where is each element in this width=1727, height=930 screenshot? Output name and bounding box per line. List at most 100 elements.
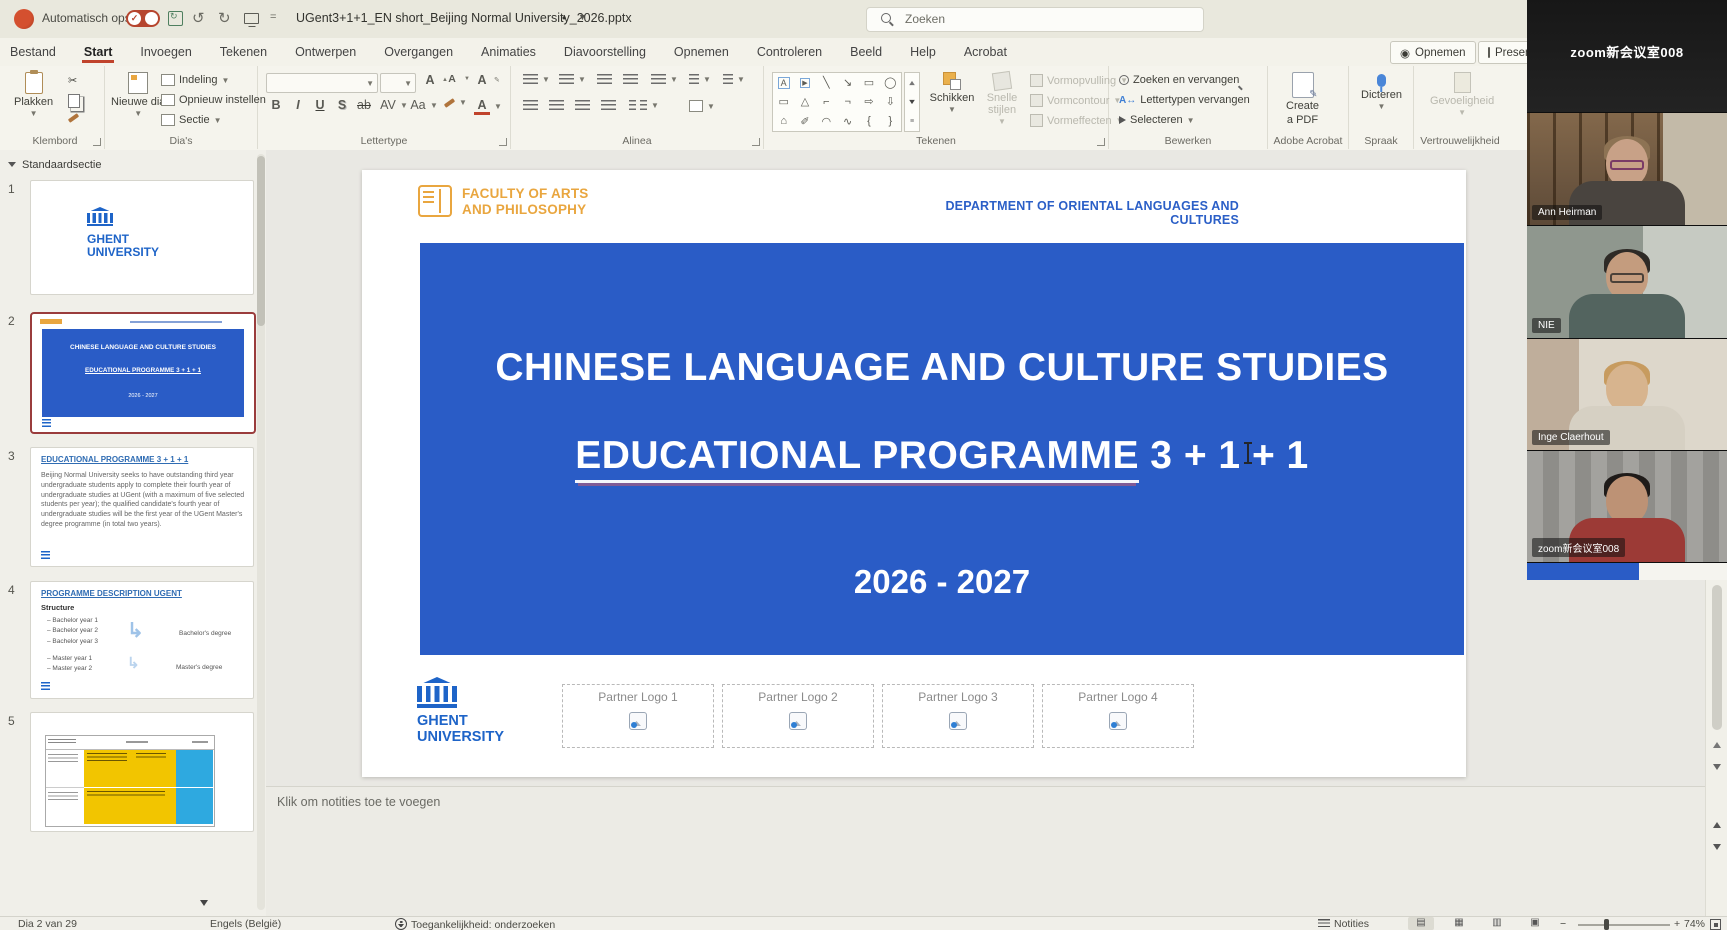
section-label[interactable]: Standaardsectie [22,159,102,171]
shape-gallery-scroll[interactable]: ≡ [904,72,920,132]
slideshow-view-button[interactable]: ▣ [1522,917,1548,930]
scrollbar-thumb[interactable] [1712,585,1722,730]
dialog-launcher-icon[interactable] [752,138,760,146]
freeform-shape-icon[interactable]: ⌂ [780,115,787,127]
slide-thumbnail-1[interactable]: GHENTUNIVERSITY [30,180,254,295]
zoom-slider[interactable] [1578,924,1670,926]
reset-button[interactable]: Opnieuw instellen [161,94,266,106]
section-collapse-icon[interactable] [8,162,16,167]
highlight-color-button[interactable]: ▼ [444,98,467,107]
align-left-button[interactable] [523,100,538,111]
partner-logo-placeholder-2[interactable]: Partner Logo 2 [722,684,874,748]
save-icon[interactable] [168,11,183,26]
quick-styles-button[interactable]: Snelle stijlen ▼ [978,72,1026,127]
tab-start[interactable]: Start [82,41,114,63]
video-tile-meeting-room[interactable]: zoom新会议室008 [1527,0,1727,112]
curve-shape-icon[interactable]: ∿ [843,115,852,128]
replace-fonts-button[interactable]: A↔ Lettertypen vervangen [1119,94,1250,106]
slide-indicator[interactable]: Dia 2 van 29 [18,918,77,930]
tab-opnemen[interactable]: Opnemen [672,41,731,63]
tab-animaties[interactable]: Animaties [479,41,538,63]
underline-button[interactable]: U [312,98,328,112]
align-center-button[interactable] [549,100,564,111]
triangle-shape-icon[interactable]: △ [801,95,809,108]
thumbnail-scrollbar[interactable] [257,154,265,910]
faculty-logo-text[interactable]: FACULTY OF ARTS AND PHILOSOPHY [462,186,589,217]
bullets-button[interactable]: ▼ [523,74,550,85]
next-slide-icon[interactable] [1713,844,1721,850]
arrow-shape-icon[interactable]: ↘ [843,76,852,89]
shape-outline-button[interactable]: Vormcontour▼ [1030,94,1121,107]
reading-view-button[interactable]: ▥ [1484,917,1510,930]
character-spacing-button[interactable]: AV▼ [380,98,408,112]
tab-beeld[interactable]: Beeld [848,41,884,63]
line-spacing-button[interactable]: ▼ [651,74,678,85]
notes-placeholder[interactable]: Klik om notities toe te voegen [277,795,440,809]
slide-canvas[interactable]: FACULTY OF ARTS AND PHILOSOPHY DEPARTMEN… [362,170,1466,777]
dialog-launcher-icon[interactable] [1097,138,1105,146]
slide-sorter-view-button[interactable]: ▦ [1446,917,1472,930]
title-block[interactable]: CHINESE LANGUAGE AND CULTURE STUDIES EDU… [420,243,1464,655]
tab-bestand[interactable]: Bestand [8,41,58,63]
left-brace-shape-icon[interactable]: { [867,115,871,127]
video-tile-zoom-room[interactable]: zoom新会议室008 [1527,451,1727,562]
partner-logo-placeholder-3[interactable]: Partner Logo 3 [882,684,1034,748]
video-tile-nie[interactable]: NIE [1527,226,1727,338]
line-shape-icon[interactable]: ╲ [823,76,830,89]
tab-invoegen[interactable]: Invoegen [138,41,193,63]
new-slide-button[interactable]: Nieuwe dia ▼ [111,72,165,119]
search-input[interactable]: Zoeken [866,7,1204,32]
paste-button[interactable]: Plakken ▼ [14,72,53,119]
slideshow-icon[interactable] [244,13,259,24]
select-button[interactable]: Selecteren▼ [1119,114,1195,126]
format-painter-button[interactable] [68,116,79,120]
dictate-button[interactable]: Dicteren ▼ [1361,74,1402,112]
decrease-indent-button[interactable] [597,74,612,85]
slide-thumbnail-5[interactable] [30,712,254,832]
italic-button[interactable]: I [290,98,306,112]
insert-picture-icon[interactable] [629,712,647,730]
right-brace-shape-icon[interactable]: } [888,115,892,127]
undo-icon[interactable]: ↺ [192,9,205,27]
slide-thumbnail-4[interactable]: PROGRAMME DESCRIPTION UGENT Structure Ba… [30,581,254,699]
partner-logo-placeholder-1[interactable]: Partner Logo 1 [562,684,714,748]
thumbnail-scroll-down-icon[interactable] [200,900,208,906]
elbow-connector-icon[interactable]: ⌐ [823,96,829,108]
department-text[interactable]: DEPARTMENT OF ORIENTAL LANGUAGES AND CUL… [897,199,1239,227]
insert-picture-icon[interactable] [789,712,807,730]
change-case-button[interactable]: Aa▼ [410,98,438,112]
oval-shape-icon[interactable]: ◯ [884,76,896,89]
slide-years[interactable]: 2026 - 2027 [420,563,1464,601]
scribble-shape-icon[interactable]: ✐ [800,115,809,128]
rectangle-shape-icon[interactable]: ▭ [864,76,874,89]
normal-view-button[interactable]: ▤ [1408,917,1434,930]
shape-gallery[interactable]: A ▶ ╲ ↘ ▭ ◯ ▭ △ ⌐ ¬ ⇨ ⇩ ⌂ ✐ ◠ ∿ { [772,72,902,132]
slide-thumbnail-3[interactable]: EDUCATIONAL PROGRAMME 3 + 1 + 1 Beijing … [30,447,254,567]
tab-controleren[interactable]: Controleren [755,41,824,63]
section-button[interactable]: Sectie▼ [161,114,222,126]
rounded-rect-shape-icon[interactable]: ▭ [778,95,788,108]
redo-icon[interactable]: ↻ [218,9,231,27]
create-pdf-button[interactable]: Create a PDF [1286,72,1319,126]
scroll-up-icon[interactable] [1713,742,1721,748]
zoom-out-button[interactable]: − [1560,918,1566,930]
tab-tekenen[interactable]: Tekenen [218,41,269,63]
zoom-level[interactable]: 74% [1684,918,1705,930]
insert-picture-icon[interactable] [1109,712,1127,730]
justify-button[interactable] [601,100,616,111]
align-right-button[interactable] [575,100,590,111]
layout-button[interactable]: Indeling▼ [161,74,229,86]
fit-to-window-icon[interactable] [1710,919,1721,930]
bold-button[interactable]: B [268,98,284,112]
insert-picture-icon[interactable] [949,712,967,730]
text-direction-button[interactable]: ▼ [689,74,711,85]
slide-thumbnail-2-selected[interactable]: CHINESE LANGUAGE AND CULTURE STUDIES EDU… [30,312,256,434]
tab-acrobat[interactable]: Acrobat [962,41,1009,63]
zoom-in-button[interactable]: + [1674,918,1680,930]
arc-shape-icon[interactable]: ◠ [822,115,832,128]
text-shadow-button[interactable]: S [334,98,350,112]
increase-indent-button[interactable] [623,74,638,85]
tab-help[interactable]: Help [908,41,938,63]
shrink-font-button[interactable]: A▼ [444,73,470,85]
partner-logo-placeholder-4[interactable]: Partner Logo 4 [1042,684,1194,748]
